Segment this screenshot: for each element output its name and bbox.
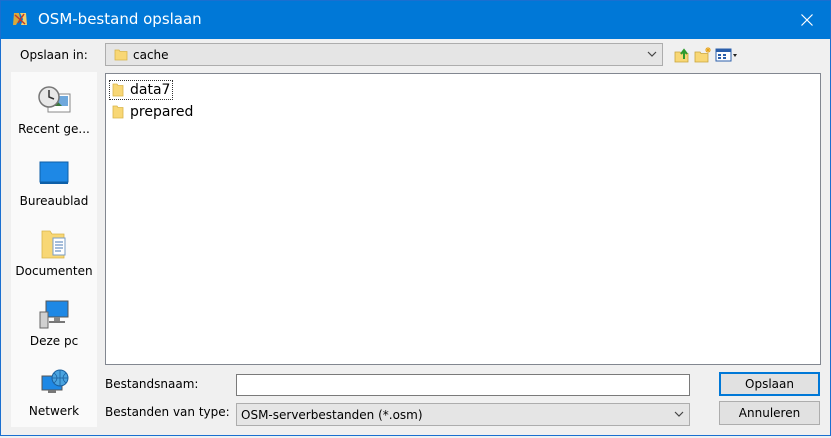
- filetype-label: Bestanden van type:: [105, 405, 230, 419]
- documents-icon: [41, 230, 66, 259]
- filetype-value: OSM-serverbestanden (*.osm): [241, 408, 423, 422]
- app-icon: [13, 13, 27, 25]
- up-one-level-button[interactable]: [672, 45, 692, 65]
- save-in-label: Opslaan in:: [20, 48, 88, 62]
- list-item[interactable]: prepared: [109, 102, 196, 122]
- new-folder-icon: [694, 47, 711, 63]
- place-label: Recent ge...: [18, 122, 90, 136]
- save-button[interactable]: Opslaan: [719, 372, 820, 396]
- place-this-pc[interactable]: Deze pc: [11, 298, 97, 368]
- window-title: OSM-bestand opslaan: [38, 10, 202, 28]
- place-label: Deze pc: [29, 334, 79, 348]
- places-bar: Recent ge... Bureaublad Documenten Deze …: [11, 72, 97, 427]
- folder-icon: [114, 49, 128, 61]
- title-bar[interactable]: OSM-bestand opslaan: [1, 1, 830, 39]
- place-label: Bureaublad: [19, 194, 89, 208]
- place-label: Netwerk: [28, 404, 80, 418]
- up-folder-icon: [674, 48, 689, 63]
- computer-icon: [39, 300, 69, 329]
- network-icon: [41, 369, 69, 393]
- save-in-dropdown[interactable]: cache: [105, 43, 663, 66]
- place-recent[interactable]: Recent ge...: [11, 84, 97, 154]
- file-list[interactable]: data7 prepared: [105, 73, 821, 365]
- desktop-icon: [39, 161, 69, 184]
- close-icon: [801, 14, 813, 26]
- new-folder-button[interactable]: [693, 45, 713, 65]
- file-name: prepared: [130, 104, 194, 120]
- view-menu-button[interactable]: [714, 45, 740, 65]
- recent-items-icon: [38, 86, 71, 113]
- filename-input[interactable]: [236, 374, 690, 396]
- save-dialog: OSM-bestand opslaan Opslaan in: cache Re…: [0, 0, 831, 436]
- view-menu-icon: [715, 48, 737, 62]
- chevron-down-icon: [647, 51, 657, 57]
- place-label: Documenten: [15, 264, 93, 278]
- place-network[interactable]: Netwerk: [11, 368, 97, 438]
- filename-label: Bestandsnaam:: [105, 377, 199, 391]
- save-in-value: cache: [133, 48, 169, 62]
- chevron-down-icon: [674, 411, 684, 417]
- filetype-dropdown[interactable]: OSM-serverbestanden (*.osm): [236, 403, 690, 426]
- cancel-button[interactable]: Annuleren: [719, 401, 820, 425]
- folder-icon: [112, 83, 124, 97]
- close-button[interactable]: [784, 1, 830, 39]
- file-name: data7: [130, 82, 171, 98]
- list-item[interactable]: data7: [109, 80, 174, 100]
- folder-icon: [112, 105, 124, 119]
- place-documents[interactable]: Documenten: [11, 228, 97, 298]
- place-desktop[interactable]: Bureaublad: [11, 158, 97, 228]
